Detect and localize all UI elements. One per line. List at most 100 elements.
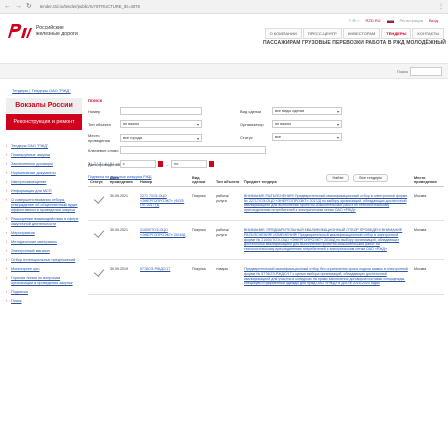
tab-press[interactable]: ПРЕСС-ЦЕНТР (302, 28, 342, 39)
sidebar-item[interactable]: Отбор потенциальных предложений (6, 258, 82, 263)
status-cell (88, 259, 108, 295)
date-cell: 30.09.2021 (108, 220, 138, 261)
arrow-left-icon[interactable]: ← (4, 3, 11, 10)
search-form: Номер Вид сделки все виды сделки ▾ Тип об… (88, 107, 444, 207)
place-select[interactable]: все города ▾ (120, 134, 202, 142)
sidebar-item[interactable]: Горячая линия по вопросам организации и … (6, 276, 82, 286)
tab-company[interactable]: О КОМПАНИИ (264, 28, 302, 39)
subject-cell[interactable]: Предварительный квалификационный отбор б… (242, 259, 412, 295)
rzd-logo-icon (8, 24, 32, 38)
table-row: 30.09.2021 21000/ТОЭ-ОЦО «ЭНЕРГОПРОЭКТ» … (88, 220, 444, 261)
date-from-prefix: с (123, 162, 125, 166)
checkmark-icon (93, 266, 105, 278)
sidebar-item[interactable]: Информация для МСП (6, 189, 82, 194)
rzd-logo[interactable]: Российские железные дороги (6, 22, 78, 40)
date-separator: – (166, 161, 169, 167)
status-select[interactable]: все ▾ (272, 133, 342, 141)
sidebar-item[interactable]: Поиск (6, 299, 82, 304)
sidebar-item[interactable]: О совершенствовании отбора, утверждение … (6, 198, 82, 213)
main-content: ПОИСК Номер Вид сделки все виды сделки ▾ … (88, 98, 444, 295)
organizer-value: не важно (275, 122, 292, 126)
login-link[interactable]: Вход (429, 18, 438, 23)
sidebar-item[interactable]: Методические материалы (6, 240, 82, 245)
tab-contacts[interactable]: КОНТАКТЫ (412, 28, 444, 39)
deal-cell: Покупка (190, 220, 214, 261)
sidebar-item[interactable]: Импортозамещение (6, 180, 82, 185)
sidebar-item[interactable]: Планируемые закупки (6, 153, 82, 158)
logo-line-2: железные дороги (36, 31, 78, 37)
language-switch[interactable] (386, 18, 394, 23)
browser-toolbar: ← → ↻ tender.rzd.ru/tender/public/ru?STR… (0, 0, 448, 14)
site-search-strip: Поиск (0, 63, 448, 79)
site-search-label: Поиск (396, 69, 408, 74)
object-type-label: Тип объекта (88, 121, 111, 127)
sidebar-menu: Тендеры ОАО "РЖД" Планируемые закупки За… (6, 144, 82, 304)
object-cell: работы/ услуги (214, 220, 242, 261)
date-label: Дата проведения (88, 161, 120, 167)
find-button[interactable]: Найти (326, 174, 350, 182)
sidebar-banner-repair[interactable]: Реконструкция и ремонт (6, 114, 82, 130)
subscribe-link[interactable]: Подписка на открытые конкурсы РЖД (88, 175, 151, 179)
deal-type-label: Вид сделки (240, 108, 262, 114)
sidebar-item[interactable]: Мероприятия (6, 231, 82, 236)
date-cell: 30.09.2019 (108, 259, 138, 295)
rzd-ru-link[interactable]: RZD.RU (365, 18, 380, 23)
tab-investors[interactable]: ИНВЕСТОРАМ (342, 28, 381, 39)
sidebar: Вокзалы России Реконструкция и ремонт Те… (6, 98, 82, 308)
checkmark-icon (93, 227, 105, 239)
chevron-down-icon: ▾ (196, 136, 199, 141)
place-cell: Москва (412, 220, 444, 261)
number-cell[interactable]: 21000/ТОЭ-ОЦО «ЭНЕРГОПРОЭКТ» 2016/Д (138, 220, 190, 261)
util-icons: ⇪ ✉ ⌂ (348, 18, 360, 23)
sidebar-item[interactable]: Мониторинг цен (6, 267, 82, 272)
breadcrumb[interactable]: Тендеры | Тендеры ОАО "РЖД" (12, 88, 71, 93)
logo-text: Российские железные дороги (36, 25, 78, 37)
address-bar[interactable]: tender.rzd.ru/tender/public/ru?STRUCTURE… (40, 4, 434, 9)
chevron-down-icon: ▾ (336, 109, 339, 114)
keywords-input[interactable] (120, 146, 266, 154)
status-cell (88, 220, 108, 261)
tab-tenders[interactable]: ТЕНДЕРЫ (381, 28, 412, 39)
top-nav: О КОМПАНИИ ПРЕСС-ЦЕНТР ИНВЕСТОРАМ ТЕНДЕР… (264, 28, 444, 39)
sidebar-item[interactable]: Нормативные документы (6, 171, 82, 176)
chevron-down-icon: ▾ (336, 135, 339, 140)
chevron-down-icon: ▾ (336, 122, 339, 127)
date-to-input[interactable]: по (171, 160, 208, 168)
chevron-down-icon: ▾ (196, 122, 199, 127)
sidebar-item[interactable]: Подписка (6, 290, 82, 295)
place-value: все города (123, 136, 142, 140)
sidebar-item[interactable]: Расширение взаимодействия в сфере закупо… (6, 217, 82, 227)
organizer-select[interactable]: не важно ▾ (272, 120, 342, 128)
number-cell[interactable]: 5776ОЭ-РЖДС/17 (138, 259, 190, 295)
place-cell: Москва (412, 259, 444, 295)
site-header: Российские железные дороги ⇪ ✉ ⌂ RZD.RU … (0, 14, 448, 60)
site-search-input[interactable] (410, 67, 442, 76)
browser-menu-icon[interactable]: ⋮ (438, 3, 444, 10)
subject-cell[interactable]: ВНИМАНИЕ: ПРЕДВАРИТЕЛЬНЫЙ КВАЛИФИКАЦИОНН… (242, 220, 412, 261)
calendar-icon[interactable] (209, 161, 215, 167)
place-label: Место проведения (88, 133, 110, 143)
table-row: 30.09.2019 5776ОЭ-РЖДС/17 Покупка товары… (88, 259, 444, 295)
flag-icon (386, 18, 394, 23)
sidebar-item[interactable]: Тендеры ОАО "РЖД" (6, 144, 82, 149)
sidebar-item[interactable]: Заключенные договоры (6, 162, 82, 167)
search-title: ПОИСК (88, 98, 103, 103)
arrow-right-icon[interactable]: → (15, 3, 22, 10)
deal-type-select[interactable]: все виды сделки ▾ (272, 107, 342, 115)
object-cell: товары (214, 259, 242, 295)
utility-links: ⇪ ✉ ⌂ RZD.RU Регистрация Вход (348, 18, 438, 23)
organizer-label: Организатор (240, 121, 264, 127)
main-nav[interactable]: ПАССАЖИРАМ ГРУЗОВЫЕ ПЕРЕВОЗКИ РАБОТА В Р… (263, 40, 446, 46)
sidebar-item[interactable]: Электронный магазин (6, 249, 82, 254)
calendar-icon[interactable] (158, 161, 163, 167)
object-type-select[interactable]: не важно ▾ (120, 120, 202, 128)
date-from-input[interactable]: с (120, 160, 156, 168)
object-type-value: не важно (123, 122, 140, 126)
all-tenders-button[interactable]: Все тендеры (353, 174, 388, 182)
reload-icon[interactable]: ↻ (26, 3, 32, 10)
status-value: все (275, 135, 281, 139)
number-input[interactable] (120, 107, 202, 115)
sidebar-banner-stations[interactable]: Вокзалы России (6, 98, 82, 113)
date-to-prefix: по (174, 162, 179, 166)
register-link[interactable]: Регистрация (400, 18, 423, 23)
